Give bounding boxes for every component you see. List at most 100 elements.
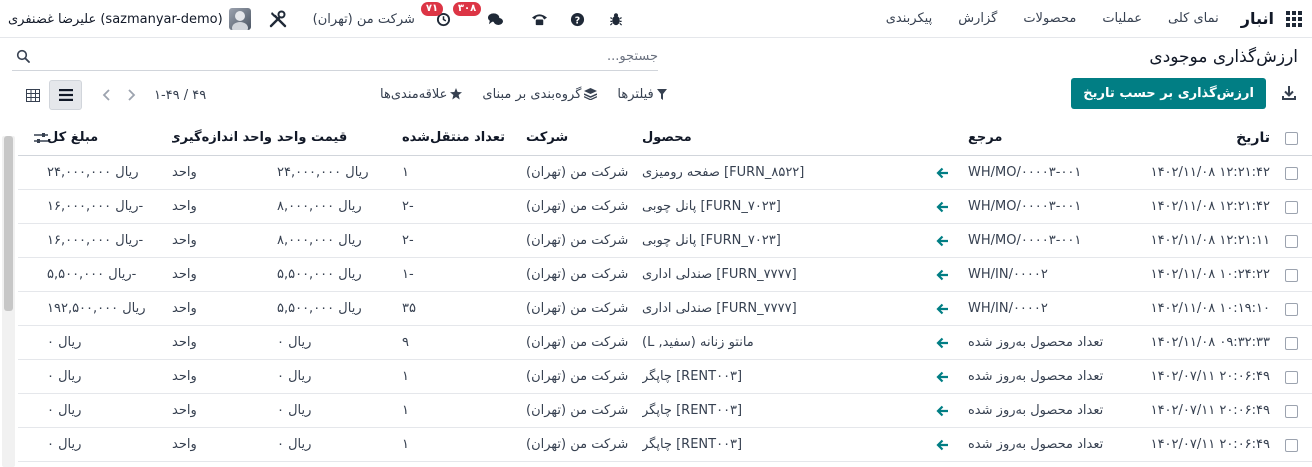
column-header-uom[interactable]: واحد اندازه‌گیری bbox=[172, 121, 272, 155]
row-checkbox[interactable] bbox=[1285, 371, 1298, 384]
open-move-button[interactable] bbox=[936, 394, 952, 428]
search-panel-toggles: فیلترها گروه‌بندی بر مبنای علاقه‌مندی‌ها bbox=[360, 83, 667, 105]
open-move-button[interactable] bbox=[936, 326, 952, 360]
cell-date: ۱۴۰۲/۱۱/۰۸ ۱۲:۲۱:۴۲ bbox=[1150, 199, 1270, 214]
pager-value[interactable]: ۱-۴۹ / ۴۹ bbox=[154, 88, 206, 103]
search-icon[interactable] bbox=[16, 49, 30, 63]
chevron-left-icon[interactable] bbox=[100, 88, 114, 102]
column-header-total[interactable]: مبلغ کل bbox=[47, 121, 167, 155]
cell-date: ۱۴۰۲/۱۱/۰۸ ۱۰:۱۹:۱۰ bbox=[1150, 301, 1270, 316]
cell-reference: WH/IN/۰۰۰۰۲ bbox=[968, 301, 1048, 316]
table-row[interactable]: ۱۴۰۲/۱۱/۰۸ ۱۲:۲۱:۴۲ WH/MO/۰۰۰۰۳-۰۰۱ [FURN_… bbox=[18, 190, 1312, 224]
table-row[interactable]: ۱۴۰۲/۱۱/۰۸ ۰۹:۳۲:۳۳ تعداد محصول به‌روز شد… bbox=[18, 326, 1312, 360]
tools-icon[interactable] bbox=[269, 10, 287, 28]
arrow-left-icon bbox=[936, 303, 948, 315]
menu-products[interactable]: محصولات bbox=[1023, 11, 1076, 26]
debug-bug-icon bbox=[609, 12, 622, 26]
activities-button[interactable]: ۷۱ bbox=[420, 2, 453, 28]
row-select-cell bbox=[1284, 156, 1298, 190]
row-checkbox[interactable] bbox=[1285, 201, 1298, 214]
row-checkbox[interactable] bbox=[1285, 303, 1298, 316]
company-switcher[interactable]: شرکت من (تهران) bbox=[313, 12, 415, 27]
cell-product: [RENT۰۰۳] چاپگر bbox=[642, 403, 743, 418]
cell-date: ۱۴۰۲/۱۱/۰۸ ۰۹:۳۲:۳۳ bbox=[1150, 335, 1270, 350]
table-row[interactable]: ۱۴۰۲/۱۱/۰۸ ۱۲:۲۱:۱۱ WH/MO/۰۰۰۰۳-۰۰۱ [FURN_… bbox=[18, 224, 1312, 258]
table-row[interactable]: ۱۴۰۲/۱۱/۰۸ ۱۲:۲۱:۴۲ WH/MO/۰۰۰۰۳-۰۰۱ [FURN_… bbox=[18, 156, 1312, 190]
arrow-left-icon bbox=[936, 337, 948, 349]
download-icon[interactable] bbox=[1280, 84, 1298, 102]
table-row[interactable]: ۱۴۰۲/۰۷/۱۱ ۲۰:۰۶:۴۹ تعداد محصول به‌روز شد… bbox=[18, 394, 1312, 428]
help-icon: ? bbox=[571, 12, 585, 26]
cell-product: [FURN_۷۷۷۷] صندلی اداری bbox=[642, 267, 797, 282]
cell-company: شرکت من (تهران) bbox=[526, 437, 629, 452]
chat-icon bbox=[488, 12, 504, 25]
open-move-button[interactable] bbox=[936, 258, 952, 292]
cell-unit-price: ریال ۰ bbox=[277, 369, 312, 384]
apps-icon[interactable] bbox=[1286, 10, 1302, 27]
table-row[interactable]: ۱۴۰۲/۰۷/۱۱ ۲۰:۰۶:۴۹ تعداد محصول به‌روز شد… bbox=[18, 428, 1312, 462]
chevron-right-icon[interactable] bbox=[124, 88, 138, 102]
search-input[interactable] bbox=[48, 43, 658, 70]
phone-icon bbox=[532, 13, 548, 25]
open-move-button[interactable] bbox=[936, 156, 952, 190]
star-icon bbox=[450, 88, 463, 100]
menu-operations[interactable]: عملیات bbox=[1102, 11, 1142, 26]
cell-reference: WH/MO/۰۰۰۰۳-۰۰۱ bbox=[968, 165, 1082, 180]
group-by-button[interactable]: گروه‌بندی بر مبنای bbox=[482, 86, 598, 102]
row-checkbox[interactable] bbox=[1285, 337, 1298, 350]
grid-view-button[interactable] bbox=[16, 80, 49, 110]
table-row[interactable]: ۱۴۰۲/۱۱/۰۸ ۱۰:۱۹:۱۰ WH/IN/۰۰۰۰۲ [FURN_۷۷۷۷… bbox=[18, 292, 1312, 326]
menu-configuration[interactable]: پیکربندی bbox=[886, 11, 932, 26]
cell-reference: تعداد محصول به‌روز شده bbox=[968, 437, 1104, 452]
column-header-company[interactable]: شرکت bbox=[526, 121, 636, 155]
cell-total: ریال ۰ bbox=[47, 335, 82, 350]
table-row[interactable]: ۱۴۰۲/۰۷/۱۱ ۲۰:۰۶:۴۹ تعداد محصول به‌روز شد… bbox=[18, 360, 1312, 394]
column-header-quantity[interactable]: تعداد منتقل‌شده bbox=[402, 121, 522, 155]
valuation-at-date-button[interactable]: ارزش‌گذاری بر حسب تاریخ bbox=[1071, 78, 1266, 109]
cell-company: شرکت من (تهران) bbox=[526, 369, 629, 384]
menu-reporting[interactable]: گزارش bbox=[958, 11, 997, 26]
cell-quantity: ۹ bbox=[402, 335, 409, 350]
cell-total: -ریال ۵,۵۰۰,۰۰۰ bbox=[47, 267, 137, 282]
cell-uom: واحد bbox=[172, 369, 197, 384]
open-move-button[interactable] bbox=[936, 224, 952, 258]
column-header-product[interactable]: محصول bbox=[642, 121, 912, 155]
messages-button[interactable]: ۳۰۸ bbox=[452, 2, 505, 28]
cell-quantity: ۱ bbox=[402, 403, 409, 418]
cell-reference: تعداد محصول به‌روز شده bbox=[968, 369, 1104, 384]
phone-button[interactable] bbox=[531, 10, 549, 28]
avatar[interactable] bbox=[228, 8, 251, 30]
row-checkbox[interactable] bbox=[1285, 269, 1298, 282]
menu-overview[interactable]: نمای کلی bbox=[1168, 11, 1219, 26]
cell-total: ریال ۲۴,۰۰۰,۰۰۰ bbox=[47, 165, 139, 180]
table-row[interactable]: ۱۴۰۲/۱۱/۰۸ ۱۰:۲۴:۲۲ WH/IN/۰۰۰۰۲ [FURN_۷۷۷۷… bbox=[18, 258, 1312, 292]
optional-columns-toggle[interactable] bbox=[34, 121, 54, 155]
cell-quantity: ۱ bbox=[402, 165, 409, 180]
list-view-button[interactable] bbox=[49, 80, 82, 110]
open-move-button[interactable] bbox=[936, 360, 952, 394]
group-by-label: گروه‌بندی بر مبنای bbox=[482, 86, 582, 102]
column-header-reference[interactable]: مرجع bbox=[968, 121, 1118, 155]
row-checkbox[interactable] bbox=[1285, 235, 1298, 248]
cell-reference: WH/MO/۰۰۰۰۳-۰۰۱ bbox=[968, 233, 1082, 248]
open-move-button[interactable] bbox=[936, 428, 952, 462]
debug-button[interactable] bbox=[607, 10, 625, 28]
column-header-date[interactable]: تاریخ bbox=[1140, 121, 1270, 155]
page-title: ارزش‌گذاری موجودی bbox=[1149, 47, 1298, 67]
row-checkbox[interactable] bbox=[1285, 439, 1298, 452]
app-brand[interactable]: انبار bbox=[1241, 9, 1274, 28]
messages-badge: ۳۰۸ bbox=[452, 2, 482, 16]
favorites-button[interactable]: علاقه‌مندی‌ها bbox=[380, 87, 463, 102]
valuation-table: تاریخ مرجع محصول شرکت تعداد منتقل‌شده قی… bbox=[0, 121, 1312, 467]
row-checkbox[interactable] bbox=[1285, 167, 1298, 180]
cell-reference: تعداد محصول به‌روز شده bbox=[968, 335, 1104, 350]
open-move-button[interactable] bbox=[936, 292, 952, 326]
open-move-button[interactable] bbox=[936, 190, 952, 224]
filters-button[interactable]: فیلترها bbox=[617, 87, 667, 102]
select-all-checkbox[interactable] bbox=[1285, 132, 1298, 145]
row-checkbox[interactable] bbox=[1285, 405, 1298, 418]
help-button[interactable]: ? bbox=[569, 10, 587, 28]
column-header-unit-price[interactable]: قیمت واحد bbox=[277, 121, 397, 155]
cell-quantity: -۱ bbox=[402, 267, 414, 282]
user-name[interactable]: علیرضا غضنفری (sazmanyar-demo) bbox=[8, 12, 223, 27]
